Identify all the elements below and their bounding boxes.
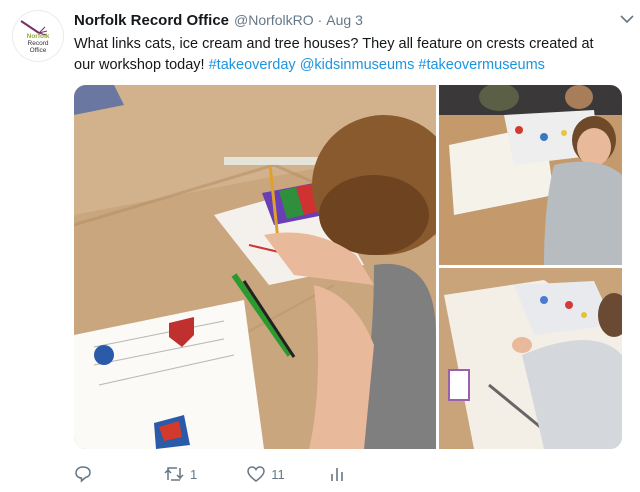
retweet-button[interactable]: 1	[164, 466, 197, 482]
user-handle[interactable]: @NorfolkRO	[234, 12, 314, 28]
display-name[interactable]: Norfolk Record Office	[74, 12, 229, 29]
hashtag-link[interactable]: #takeoverday	[209, 57, 296, 73]
reply-icon	[75, 466, 91, 483]
tweet-actions: 1 11	[74, 462, 345, 486]
mention-link[interactable]: @kidsinmuseums	[300, 57, 415, 73]
reply-button[interactable]	[74, 465, 98, 483]
like-count: 11	[271, 466, 285, 482]
quill-icon	[20, 20, 48, 36]
heart-icon	[247, 466, 265, 482]
analytics-button[interactable]	[329, 466, 345, 482]
avatar[interactable]: Norfolk Record Office	[12, 10, 64, 62]
media-photo-main[interactable]	[74, 85, 456, 449]
separator: ·	[317, 12, 323, 28]
tweet-header: Norfolk Record Office @NorfolkRO · Aug 3	[74, 10, 624, 30]
analytics-icon	[330, 468, 343, 481]
media-photo-top-right[interactable]	[439, 85, 622, 265]
retweet-count: 1	[190, 466, 198, 482]
hashtag-link[interactable]: #takeovermuseums	[418, 57, 545, 73]
chevron-down-icon[interactable]	[620, 14, 634, 24]
tweet-media[interactable]	[74, 85, 622, 449]
tweet-date[interactable]: Aug 3	[326, 12, 363, 28]
retweet-icon	[164, 467, 184, 481]
tweet-text: What links cats, ice cream and tree hous…	[74, 34, 614, 76]
media-photo-bottom-right[interactable]	[439, 268, 622, 449]
like-button[interactable]: 11	[247, 466, 285, 482]
